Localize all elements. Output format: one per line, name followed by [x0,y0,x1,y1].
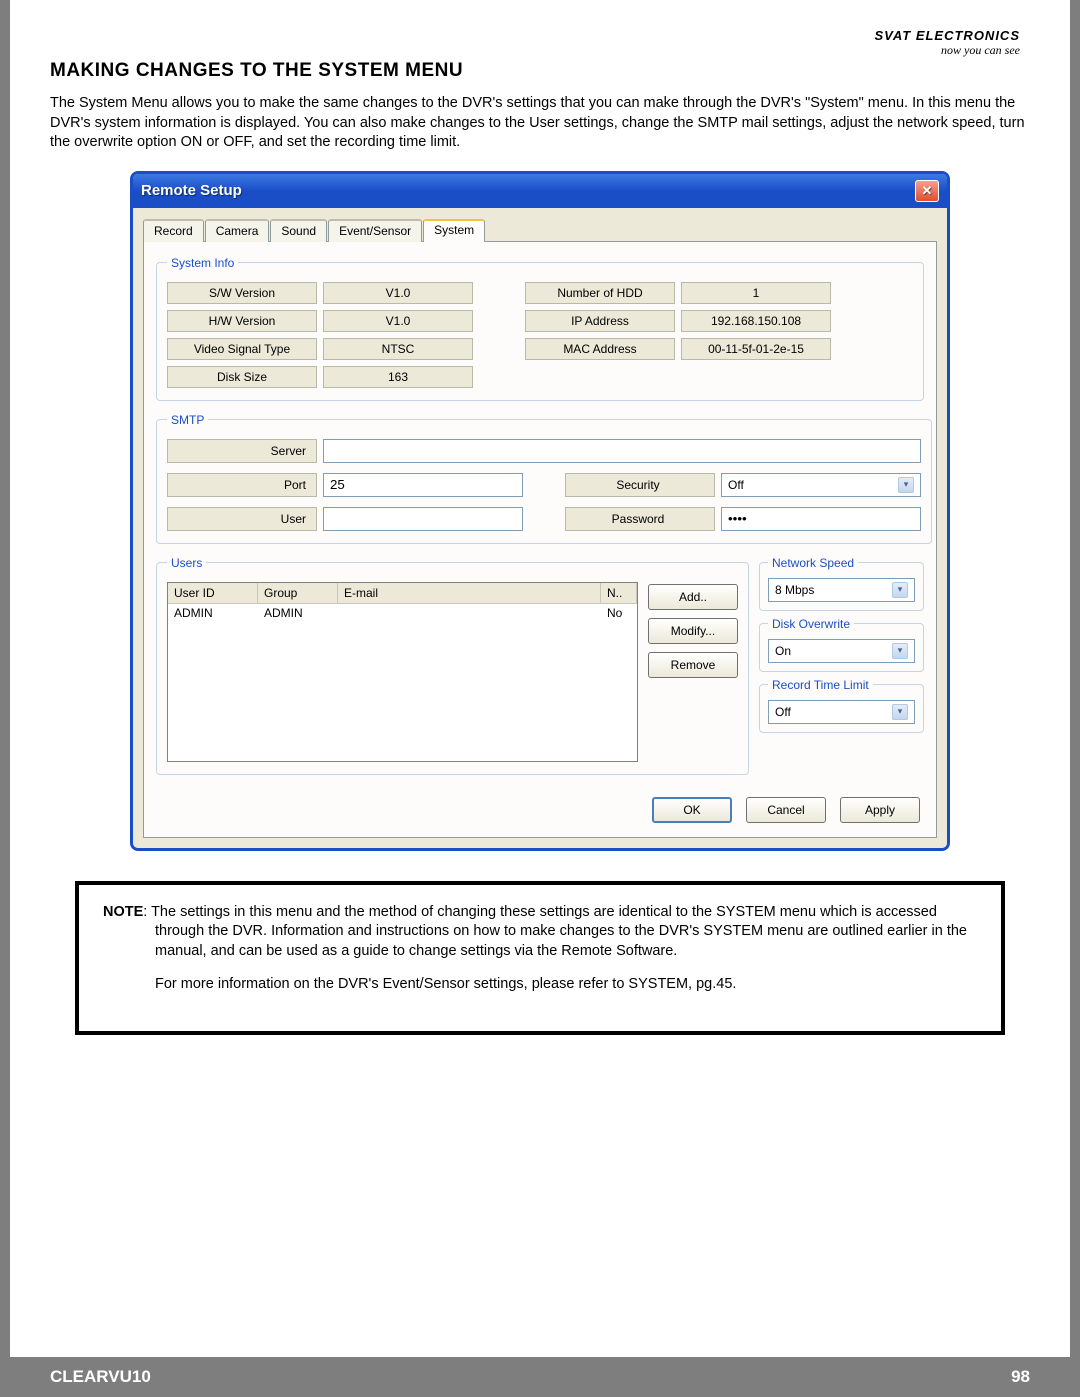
disk-overwrite-legend: Disk Overwrite [768,617,854,631]
note-paragraph-2: For more information on the DVR's Event/… [103,975,977,995]
intro-paragraph: The System Menu allows you to make the s… [50,94,1030,153]
smtp-legend: SMTP [167,413,208,427]
brand-name: SVAT ELECTRONICS [874,28,1020,43]
num-hdd-value: 1 [681,282,831,304]
chevron-down-icon: ▾ [898,477,914,493]
sw-version-value: V1.0 [323,282,473,304]
remote-setup-dialog: Remote Setup ✕ Record Camera Sound Event… [130,171,950,851]
close-button[interactable]: ✕ [915,180,939,202]
video-signal-label: Video Signal Type [167,338,317,360]
users-table-header: User ID Group E-mail N.. [168,583,637,604]
footer-page: 98 [1011,1367,1030,1387]
tab-record[interactable]: Record [143,219,204,242]
smtp-password-input[interactable] [721,507,921,531]
network-speed-legend: Network Speed [768,556,858,570]
smtp-security-value: Off [728,478,744,492]
page-footer: CLEARVU10 98 [10,1357,1070,1397]
tab-system[interactable]: System [423,219,485,242]
col-userid: User ID [168,583,258,604]
close-icon: ✕ [922,183,933,199]
tab-sound[interactable]: Sound [270,219,327,242]
disk-size-label: Disk Size [167,366,317,388]
network-speed-value: 8 Mbps [775,583,814,597]
disk-overwrite-combo[interactable]: On ▾ [768,639,915,663]
system-info-legend: System Info [167,256,238,270]
smtp-user-input[interactable] [323,507,523,531]
add-user-button[interactable]: Add.. [648,584,738,610]
hw-version-label: H/W Version [167,310,317,332]
tab-event-sensor[interactable]: Event/Sensor [328,219,422,242]
note-text-1: : The settings in this menu and the meth… [143,904,967,959]
row-group: ADMIN [258,604,338,622]
footer-model: CLEARVU10 [50,1367,151,1387]
network-speed-combo[interactable]: 8 Mbps ▾ [768,578,915,602]
users-legend: Users [167,556,206,570]
network-speed-group: Network Speed 8 Mbps ▾ [759,556,924,611]
tab-system-page: System Info S/W Version V1.0 Number of H… [143,241,937,838]
chevron-down-icon: ▾ [892,643,908,659]
modify-user-button[interactable]: Modify... [648,618,738,644]
record-time-limit-group: Record Time Limit Off ▾ [759,678,924,733]
smtp-security-label: Security [565,473,715,497]
col-n: N.. [601,583,637,604]
disk-size-value: 163 [323,366,473,388]
mac-address-value: 00-11-5f-01-2e-15 [681,338,831,360]
chevron-down-icon: ▾ [892,582,908,598]
ip-address-label: IP Address [525,310,675,332]
ok-button[interactable]: OK [652,797,732,823]
row-n: No [601,604,637,622]
smtp-group: SMTP Server Port Security Off ▾ [156,413,932,544]
note-paragraph-1: NOTE: The settings in this menu and the … [103,903,977,962]
tab-row: Record Camera Sound Event/Sensor System [143,219,937,242]
ip-address-value: 192.168.150.108 [681,310,831,332]
col-email: E-mail [338,583,601,604]
disk-overwrite-group: Disk Overwrite On ▾ [759,617,924,672]
col-group: Group [258,583,338,604]
smtp-user-label: User [167,507,317,531]
section-title: MAKING CHANGES TO THE SYSTEM MENU [50,60,1030,82]
users-table[interactable]: User ID Group E-mail N.. ADMIN ADMIN No [167,582,638,762]
row-userid: ADMIN [168,604,258,622]
remove-user-button[interactable]: Remove [648,652,738,678]
video-signal-value: NTSC [323,338,473,360]
cancel-button[interactable]: Cancel [746,797,826,823]
system-info-group: System Info S/W Version V1.0 Number of H… [156,256,924,401]
smtp-password-label: Password [565,507,715,531]
row-email [338,604,601,622]
apply-button[interactable]: Apply [840,797,920,823]
hw-version-value: V1.0 [323,310,473,332]
smtp-port-input[interactable] [323,473,523,497]
dialog-titlebar: Remote Setup ✕ [133,174,947,208]
header-branding: SVAT ELECTRONICS now you can see [874,28,1020,58]
note-box: NOTE: The settings in this menu and the … [75,881,1005,1035]
num-hdd-label: Number of HDD [525,282,675,304]
smtp-server-input[interactable] [323,439,921,463]
tab-camera[interactable]: Camera [205,219,270,242]
table-row[interactable]: ADMIN ADMIN No [168,604,637,622]
record-time-limit-legend: Record Time Limit [768,678,873,692]
brand-tagline: now you can see [874,43,1020,58]
sw-version-label: S/W Version [167,282,317,304]
note-label: NOTE [103,904,143,920]
record-time-limit-value: Off [775,705,791,719]
disk-overwrite-value: On [775,644,791,658]
record-time-limit-combo[interactable]: Off ▾ [768,700,915,724]
smtp-security-combo[interactable]: Off ▾ [721,473,921,497]
mac-address-label: MAC Address [525,338,675,360]
smtp-server-label: Server [167,439,317,463]
smtp-port-label: Port [167,473,317,497]
dialog-title: Remote Setup [141,182,242,199]
chevron-down-icon: ▾ [892,704,908,720]
users-group: Users User ID Group E-mail N.. [156,556,749,775]
